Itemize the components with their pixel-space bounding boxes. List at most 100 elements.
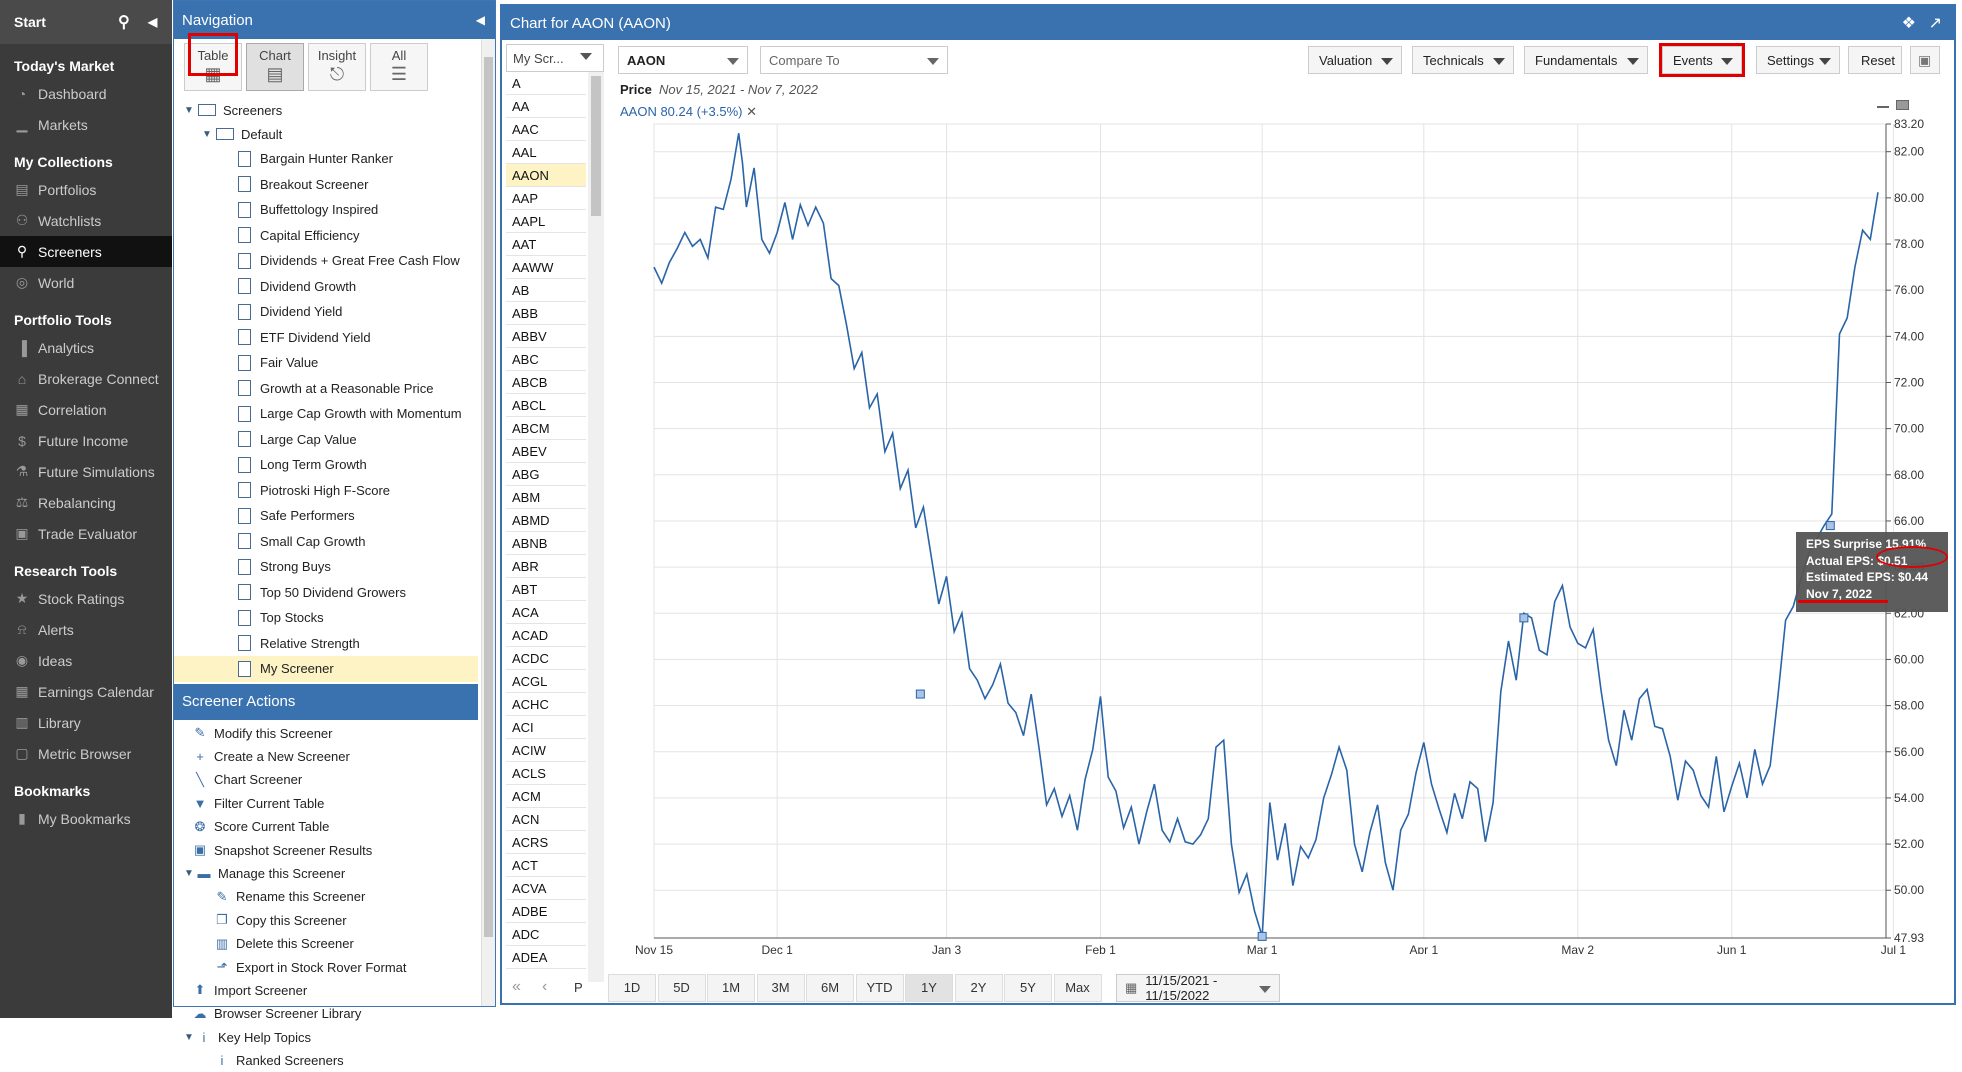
tab-insight[interactable]: Insight⎋ — [308, 43, 366, 91]
symbol-row[interactable]: ABBV — [506, 325, 586, 348]
action-item[interactable]: ▥Delete this Screener — [174, 932, 478, 955]
tree-item-screener[interactable]: Strong Buys — [174, 554, 478, 580]
reset-button[interactable]: Reset — [1848, 46, 1902, 74]
first-page-icon[interactable]: « — [512, 978, 521, 996]
sidebar-item-stock-ratings[interactable]: ★Stock Ratings — [0, 583, 172, 614]
symbol-row[interactable]: ACGL — [506, 670, 586, 693]
tree-item-screener[interactable]: Dividend Yield — [174, 299, 478, 325]
symbol-row[interactable]: ACI — [506, 716, 586, 739]
symbol-row[interactable]: ABG — [506, 463, 586, 486]
action-item[interactable]: ⬏Export in Stock Rover Format — [174, 955, 478, 978]
tree-root[interactable]: ▼Screeners — [174, 98, 478, 122]
range-button-ytd[interactable]: YTD — [856, 974, 904, 1002]
tree-item-screener[interactable]: Buffettology Inspired — [174, 197, 478, 223]
sidebar-item-screeners[interactable]: ⚲Screeners — [0, 236, 172, 267]
sidebar-item-dashboard[interactable]: ◔Dashboard — [0, 78, 172, 109]
action-item[interactable]: iRanked Screeners — [174, 1049, 478, 1072]
expand-icon[interactable]: ▼ — [184, 868, 194, 879]
symbol-row[interactable]: ABMD — [506, 509, 586, 532]
expand-icon[interactable]: ▼ — [184, 105, 198, 116]
tree-item-screener[interactable]: Capital Efficiency — [174, 223, 478, 249]
action-item[interactable]: ❂Score Current Table — [174, 815, 478, 838]
symbol-row[interactable]: ABM — [506, 486, 586, 509]
action-item[interactable]: ▼▬Manage this Screener — [174, 862, 478, 885]
range-button-1d[interactable]: 1D — [608, 974, 656, 1002]
tree-item-screener[interactable]: Dividends + Great Free Cash Flow — [174, 248, 478, 274]
symbol-row[interactable]: ADC — [506, 923, 586, 946]
action-item[interactable]: ▼iKey Help Topics — [174, 1026, 478, 1049]
range-button-3m[interactable]: 3M — [757, 974, 805, 1002]
symbol-row[interactable]: ADEA — [506, 946, 586, 969]
tree-item-screener[interactable]: Dividend Growth — [174, 274, 478, 300]
start-header[interactable]: Start ⚲ ◀ — [0, 0, 172, 44]
tree-item-screener[interactable]: Breakout Screener — [174, 172, 478, 198]
minimize-chart-icon[interactable] — [1877, 106, 1889, 108]
tree-item-screener[interactable]: Small Cap Growth — [174, 529, 478, 555]
symbol-list-dropdown[interactable]: My Scr... — [506, 44, 604, 72]
tree-item-screener[interactable]: ETF Dividend Yield — [174, 325, 478, 351]
sidebar-item-future-income[interactable]: $Future Income — [0, 425, 172, 456]
symbol-row[interactable]: ACM — [506, 785, 586, 808]
sidebar-item-portfolios[interactable]: ▤Portfolios — [0, 174, 172, 205]
tree-item-screener[interactable]: Safe Performers — [174, 503, 478, 529]
action-item[interactable]: ▼Filter Current Table — [174, 792, 478, 815]
sidebar-item-earnings-calendar[interactable]: ▦Earnings Calendar — [0, 676, 172, 707]
symbol-row[interactable]: AAT — [506, 233, 586, 256]
expand-icon[interactable]: ▼ — [202, 129, 216, 140]
symbol-row[interactable]: AA — [506, 95, 586, 118]
sidebar-item-metric-browser[interactable]: ▢Metric Browser — [0, 738, 172, 769]
sidebar-item-analytics[interactable]: ▐Analytics — [0, 332, 172, 363]
symbol-row[interactable]: ABT — [506, 578, 586, 601]
symbol-row[interactable]: AAC — [506, 118, 586, 141]
ticker-input[interactable]: AAON — [618, 46, 748, 74]
action-item[interactable]: ✎Modify this Screener — [174, 722, 478, 745]
tab-chart[interactable]: Chart▤ — [246, 43, 304, 91]
maximize-chart-icon[interactable] — [1896, 100, 1909, 110]
tree-item-screener[interactable]: Relative Strength — [174, 631, 478, 657]
range-button-1y[interactable]: 1Y — [905, 974, 953, 1002]
sidebar-item-future-simulations[interactable]: ⚗Future Simulations — [0, 456, 172, 487]
sidebar-item-markets[interactable]: ▁Markets — [0, 109, 172, 140]
symbol-row[interactable]: ABCL — [506, 394, 586, 417]
technicals-menu[interactable]: Technicals — [1412, 46, 1514, 74]
snapshot-button[interactable]: ▣ — [1910, 46, 1940, 74]
prev-page-icon[interactable]: ‹ — [542, 978, 547, 996]
tree-item-screener[interactable]: Top 50 Dividend Growers — [174, 580, 478, 606]
symbol-row[interactable]: ABC — [506, 348, 586, 371]
symbol-row[interactable]: ABNB — [506, 532, 586, 555]
symbol-row[interactable]: ABCB — [506, 371, 586, 394]
symbol-row[interactable]: AAON — [506, 164, 586, 187]
symbol-row[interactable]: AB — [506, 279, 586, 302]
sidebar-item-world[interactable]: ◎World — [0, 267, 172, 298]
action-item[interactable]: ✎Rename this Screener — [174, 885, 478, 908]
tree-item-screener[interactable]: My Screener — [174, 656, 478, 682]
symbol-row[interactable]: ACN — [506, 808, 586, 831]
sidebar-item-correlation[interactable]: ▦Correlation — [0, 394, 172, 425]
tree-item-screener[interactable]: Bargain Hunter Ranker — [174, 146, 478, 172]
tree-item-screener[interactable]: Long Term Growth — [174, 452, 478, 478]
popout-icon[interactable]: ↗ — [1929, 13, 1942, 33]
symbol-row[interactable]: ACDC — [506, 647, 586, 670]
action-item[interactable]: ☁Browser Screener Library — [174, 1002, 478, 1025]
symbol-row[interactable]: ACT — [506, 854, 586, 877]
tree-item-screener[interactable]: Large Cap Value — [174, 427, 478, 453]
symbol-row[interactable]: ACLS — [506, 762, 586, 785]
action-item[interactable]: +Create a New Screener — [174, 745, 478, 768]
nav-scrollbar[interactable] — [481, 39, 495, 1006]
symbol-row[interactable]: ABR — [506, 555, 586, 578]
symbol-row[interactable]: ADBE — [506, 900, 586, 923]
symbol-row[interactable]: ACRS — [506, 831, 586, 854]
tree-folder[interactable]: ▼Default — [174, 122, 478, 146]
symbol-row[interactable]: AAWW — [506, 256, 586, 279]
symbol-row[interactable]: AAPL — [506, 210, 586, 233]
symbol-row[interactable]: ACAD — [506, 624, 586, 647]
compare-to-input[interactable]: Compare To — [760, 46, 948, 74]
symbol-row[interactable]: ABCM — [506, 417, 586, 440]
range-button-6m[interactable]: 6M — [806, 974, 854, 1002]
tree-item-screener[interactable]: Growth at a Reasonable Price — [174, 376, 478, 402]
symbol-row[interactable]: AAP — [506, 187, 586, 210]
range-button-5d[interactable]: 5D — [658, 974, 706, 1002]
symbol-row[interactable]: ABEV — [506, 440, 586, 463]
symbol-row[interactable]: A — [506, 72, 586, 95]
tree-item-screener[interactable]: Piotroski High F-Score — [174, 478, 478, 504]
